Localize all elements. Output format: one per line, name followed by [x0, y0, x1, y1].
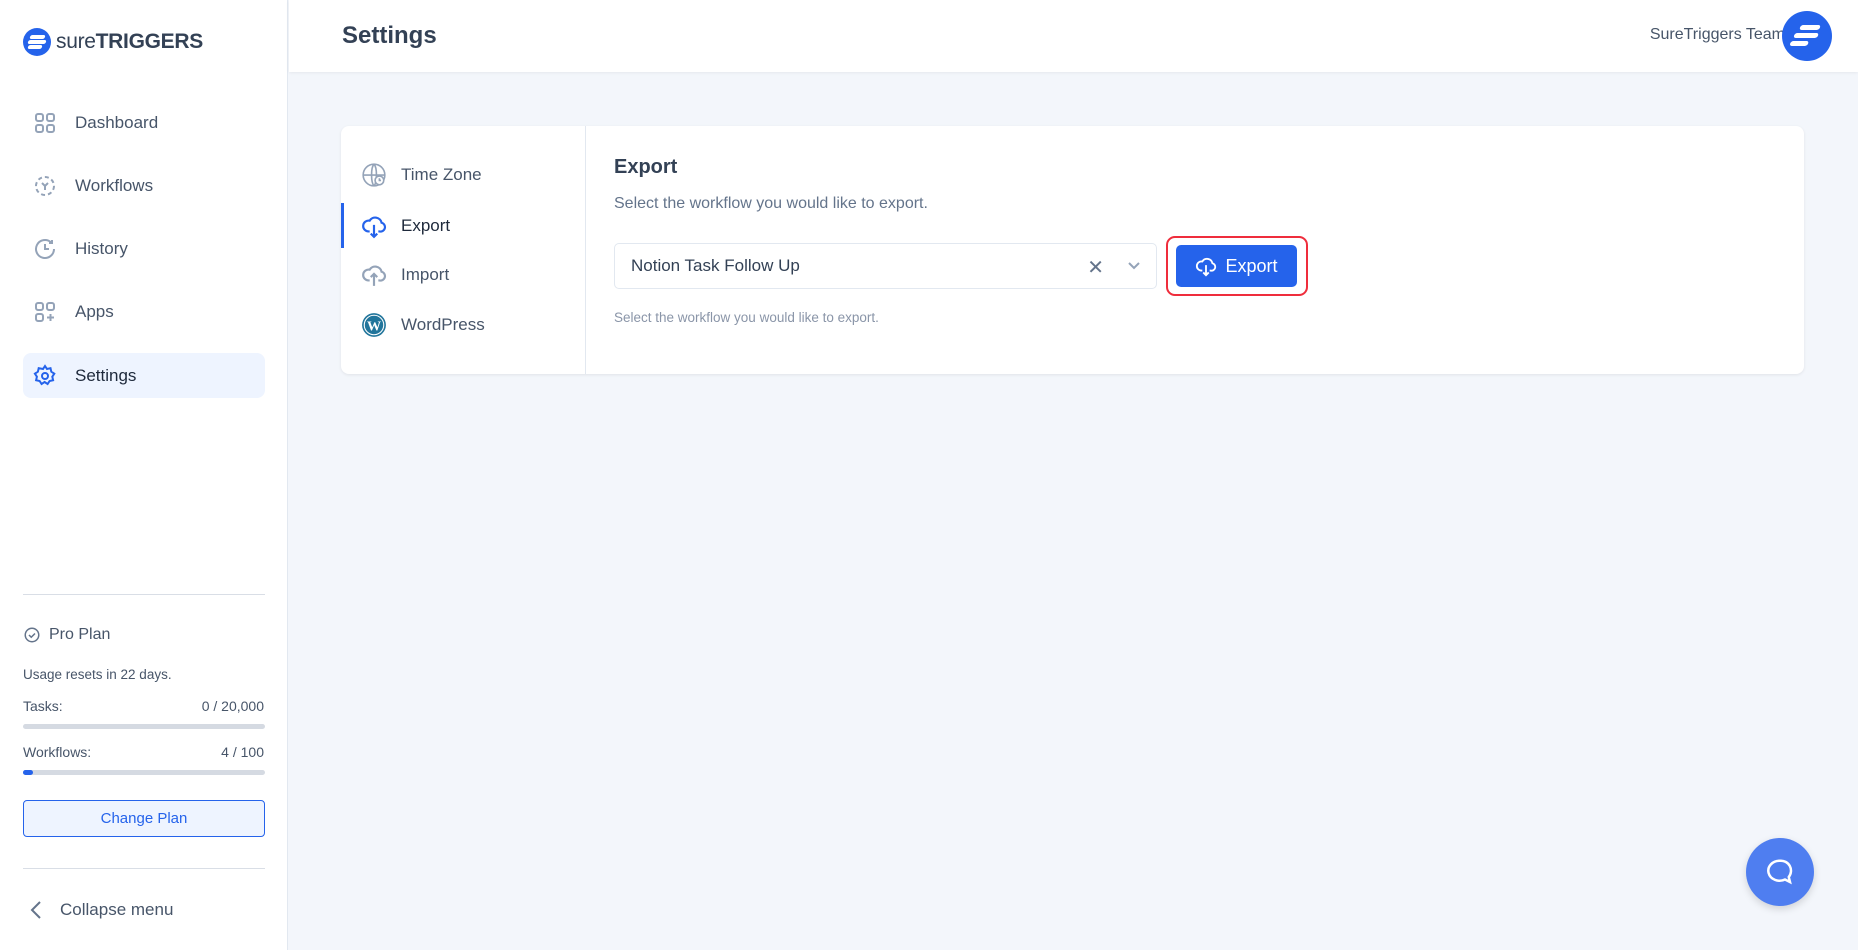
- cloud-download-icon: [362, 216, 387, 238]
- sidebar-item-apps[interactable]: Apps: [23, 289, 265, 334]
- logo-mark-icon: [23, 28, 51, 56]
- usage-reset: Usage resets in 22 days.: [23, 667, 172, 682]
- sidebar-item-dashboard[interactable]: Dashboard: [23, 100, 265, 145]
- globe-clock-icon: [362, 162, 386, 187]
- divider: [23, 594, 265, 595]
- divider: [23, 868, 265, 869]
- sidebar-item-history[interactable]: History: [23, 226, 265, 271]
- check-circle-icon: [24, 627, 40, 643]
- workflow-select[interactable]: Notion Task Follow Up ✕: [614, 243, 1157, 289]
- settings-tabs: Time Zone Export Import W WordPress: [341, 126, 586, 374]
- chevron-down-icon[interactable]: [1126, 257, 1142, 273]
- history-icon: [35, 238, 55, 259]
- logo[interactable]: sureTRIGGERS: [23, 28, 203, 56]
- wordpress-icon: W: [362, 312, 386, 337]
- tasks-label: Tasks:: [23, 698, 63, 714]
- export-subtitle: Select the workflow you would like to ex…: [614, 195, 928, 212]
- export-title: Export: [614, 156, 678, 178]
- avatar[interactable]: [1782, 11, 1832, 61]
- sidebar-item-label: Settings: [75, 365, 137, 385]
- change-plan-button[interactable]: Change Plan: [23, 800, 265, 837]
- tab-export[interactable]: Export: [341, 203, 585, 248]
- chat-button[interactable]: [1746, 838, 1814, 906]
- page-title: Settings: [342, 22, 437, 49]
- sidebar-item-label: Workflows: [75, 175, 154, 195]
- sidebar-item-label: Dashboard: [75, 112, 159, 132]
- sidebar-item-label: Apps: [75, 301, 114, 321]
- header: Settings SureTriggers Team: [289, 0, 1858, 72]
- dashboard-grid-icon: [35, 112, 55, 133]
- sidebar-item-label: History: [75, 238, 128, 258]
- export-button[interactable]: Export: [1176, 245, 1297, 287]
- settings-card: Time Zone Export Import W WordPress Expo…: [341, 126, 1804, 374]
- sidebar-item-settings[interactable]: Settings: [23, 353, 265, 398]
- tab-import[interactable]: Import: [341, 252, 585, 297]
- logo-text-light: sure: [56, 30, 96, 53]
- gear-icon: [33, 363, 56, 385]
- selected-workflow: Notion Task Follow Up: [631, 256, 800, 275]
- plan-name: Pro Plan: [23, 626, 110, 644]
- apps-icon: [35, 301, 55, 322]
- collapse-menu-button[interactable]: Collapse menu: [30, 900, 173, 920]
- clear-icon[interactable]: ✕: [1087, 255, 1104, 280]
- chevron-left-icon: [30, 901, 41, 919]
- cloud-upload-icon: [362, 265, 387, 286]
- sidebar: sureTRIGGERS Dashboard Workflows History…: [0, 0, 288, 950]
- workflow-icon: [35, 175, 55, 196]
- cloud-download-icon: [1196, 257, 1217, 277]
- workflows-label: Workflows:: [23, 744, 92, 760]
- tasks-value: 0 / 20,000: [201, 698, 264, 714]
- chat-bubble-icon: [1767, 859, 1793, 885]
- logo-mark-icon: [1790, 25, 1821, 46]
- team-name[interactable]: SureTriggers Team: [1650, 26, 1785, 44]
- tab-wordpress[interactable]: W WordPress: [341, 302, 585, 347]
- workflows-progress: [23, 770, 265, 775]
- tab-time-zone[interactable]: Time Zone: [341, 152, 585, 197]
- sidebar-item-workflows[interactable]: Workflows: [23, 163, 265, 208]
- svg-text:W: W: [367, 318, 381, 334]
- tasks-progress: [23, 724, 265, 729]
- logo-text-bold: TRIGGERS: [95, 30, 204, 53]
- export-help-text: Select the workflow you would like to ex…: [614, 310, 879, 325]
- workflows-value: 4 / 100: [221, 744, 264, 760]
